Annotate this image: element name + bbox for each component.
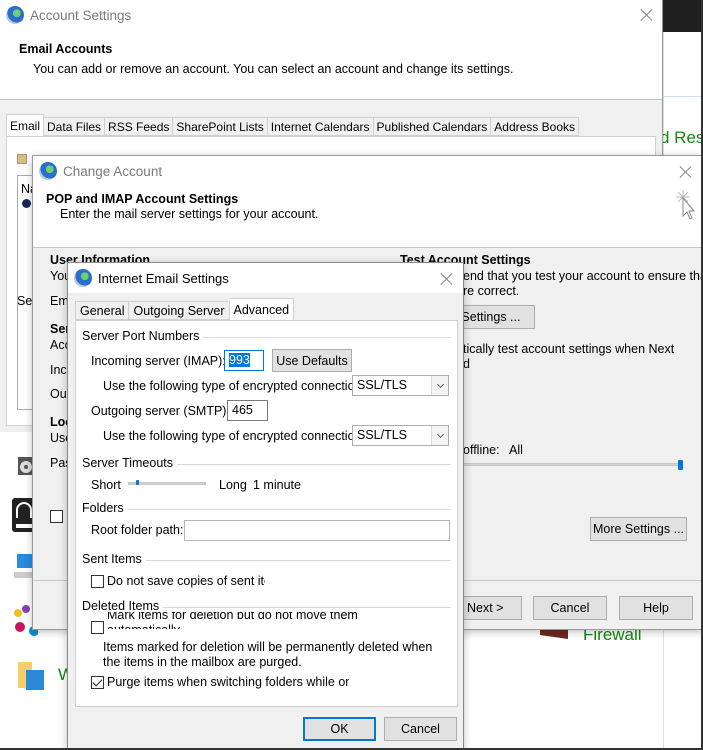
- do-not-save-sent-label[interactable]: Do not save copies of sent items: [107, 574, 265, 588]
- more-settings-button[interactable]: More Settings ...: [590, 517, 687, 541]
- incoming-encryption-label: Use the following type of encrypted conn…: [103, 379, 365, 393]
- tab-published-calendars[interactable]: Published Calendars: [373, 117, 492, 136]
- timeout-slider-thumb[interactable]: [135, 480, 139, 485]
- outlook-globe-icon: [6, 6, 24, 24]
- cancel-button[interactable]: Cancel: [533, 596, 607, 620]
- incoming-server-label: Incoming server (IMAP):: [91, 354, 226, 368]
- header-subtitle: You can add or remove an account. You ca…: [33, 62, 514, 76]
- incoming-port-value: 993: [229, 353, 250, 367]
- test-description-line2: re correct.: [463, 284, 520, 298]
- internet-email-settings-window: Internet Email Settings General Outgoing…: [67, 262, 464, 749]
- help-button[interactable]: Help: [619, 596, 693, 620]
- chevron-down-icon[interactable]: [431, 426, 448, 445]
- header-title: POP and IMAP Account Settings: [46, 192, 239, 206]
- advanced-tab-panel: Server Port Numbers Incoming server (IMA…: [75, 320, 458, 707]
- outgoing-port-value: 465: [232, 403, 253, 417]
- account-settings-header: Email Accounts You can add or remove an …: [0, 30, 662, 100]
- tab-data-files[interactable]: Data Files: [44, 117, 106, 136]
- tab-email[interactable]: Email: [6, 114, 45, 136]
- group-label: Folders: [82, 501, 128, 515]
- incoming-port-input[interactable]: 993: [224, 350, 264, 371]
- offline-slider-track[interactable]: [463, 463, 683, 466]
- timeout-value: 1 minute: [253, 478, 301, 492]
- timeout-slider-track[interactable]: [128, 482, 206, 485]
- purge-items-label[interactable]: Purge items when switching folders while…: [107, 675, 349, 689]
- change-account-header: POP and IMAP Account Settings Enter the …: [33, 186, 702, 248]
- close-icon[interactable]: [440, 272, 454, 286]
- root-folder-label: Root folder path:: [91, 523, 184, 537]
- internet-email-settings-titlebar[interactable]: Internet Email Settings: [68, 263, 463, 293]
- deleted-items-info: Items marked for deletion will be perman…: [103, 640, 433, 669]
- do-not-save-sent-checkbox[interactable]: [91, 575, 104, 588]
- tab-outgoing-server[interactable]: Outgoing Server: [129, 301, 230, 320]
- close-icon[interactable]: [640, 8, 654, 22]
- timeout-long-label: Long: [219, 478, 247, 492]
- tab-address-books[interactable]: Address Books: [491, 117, 579, 136]
- mark-items-text: Mark items for deletion but do not move …: [107, 612, 358, 629]
- folder-database-icon: [16, 660, 44, 690]
- background-divider: [663, 96, 703, 97]
- tab-advanced[interactable]: Advanced: [229, 298, 295, 320]
- outgoing-port-input[interactable]: 465: [227, 400, 268, 421]
- outgoing-encryption-select[interactable]: SSL/TLS: [352, 425, 449, 446]
- tab-internet-calendars[interactable]: Internet Calendars: [267, 117, 374, 136]
- group-divider: [82, 509, 451, 510]
- outlook-globe-icon: [39, 162, 57, 180]
- repair-icon: [17, 154, 27, 164]
- offline-value: All: [509, 443, 523, 457]
- close-icon[interactable]: [679, 165, 693, 179]
- auto-test-line2: d: [463, 357, 470, 371]
- tab-sharepoint-lists[interactable]: SharePoint Lists: [173, 117, 268, 136]
- group-label: Deleted Items: [82, 599, 164, 613]
- account-settings-tabs: Email Data Files RSS Feeds SharePoint Li…: [6, 114, 579, 136]
- auto-test-line1: tically test account settings when Next: [463, 342, 675, 356]
- deleted-items-group: Deleted Items: [82, 599, 451, 613]
- server-port-numbers-group: Server Port Numbers: [82, 329, 451, 343]
- ok-button[interactable]: OK: [303, 717, 376, 741]
- change-account-titlebar[interactable]: Change Account: [33, 156, 702, 186]
- use-defaults-button[interactable]: Use Defaults: [272, 349, 352, 372]
- outgoing-encryption-label: Use the following type of encrypted conn…: [103, 429, 365, 443]
- group-label: Server Timeouts: [82, 456, 178, 470]
- window-title: Account Settings: [30, 7, 132, 23]
- outgoing-encryption-value: SSL/TLS: [357, 428, 408, 442]
- mark-items-label[interactable]: Mark items for deletion but do not move …: [107, 612, 367, 629]
- group-label: Sent Items: [82, 552, 146, 566]
- test-description-line1: end that you test your account to ensure…: [463, 269, 703, 283]
- background-link-restore[interactable]: d Rest: [660, 128, 703, 148]
- root-folder-input[interactable]: [184, 520, 450, 541]
- chevron-down-icon[interactable]: [431, 376, 448, 395]
- purge-items-checkbox[interactable]: [91, 676, 104, 689]
- window-title: Internet Email Settings: [98, 270, 229, 286]
- timeout-short-label: Short: [91, 478, 121, 492]
- account-settings-titlebar[interactable]: Account Settings: [0, 0, 662, 30]
- internet-email-settings-tabs: General Outgoing Server Advanced: [75, 298, 295, 320]
- tab-rss-feeds[interactable]: RSS Feeds: [105, 117, 174, 136]
- sent-items-group: Sent Items: [82, 552, 451, 566]
- default-account-check-icon: [22, 199, 31, 208]
- server-timeouts-group: Server Timeouts: [82, 456, 451, 470]
- mark-items-checkbox[interactable]: [91, 621, 104, 634]
- header-subtitle: Enter the mail server settings for your …: [60, 207, 319, 221]
- cancel-button[interactable]: Cancel: [384, 717, 457, 741]
- tab-general[interactable]: General: [75, 301, 130, 320]
- incoming-encryption-select[interactable]: SSL/TLS: [352, 375, 449, 396]
- outlook-globe-icon: [74, 269, 92, 287]
- cursor-sparkle-icon: [676, 190, 696, 220]
- offline-slider-thumb[interactable]: [678, 460, 683, 470]
- background-dark-bar: [663, 0, 703, 32]
- group-label: Server Port Numbers: [82, 329, 204, 343]
- incoming-encryption-value: SSL/TLS: [357, 378, 408, 392]
- header-title: Email Accounts: [19, 42, 113, 56]
- offline-label: offline:: [463, 443, 500, 457]
- folders-group: Folders: [82, 501, 451, 515]
- remember-password-checkbox[interactable]: [50, 510, 63, 523]
- window-title: Change Account: [63, 163, 163, 179]
- outgoing-server-label: Outgoing server (SMTP):: [91, 404, 230, 418]
